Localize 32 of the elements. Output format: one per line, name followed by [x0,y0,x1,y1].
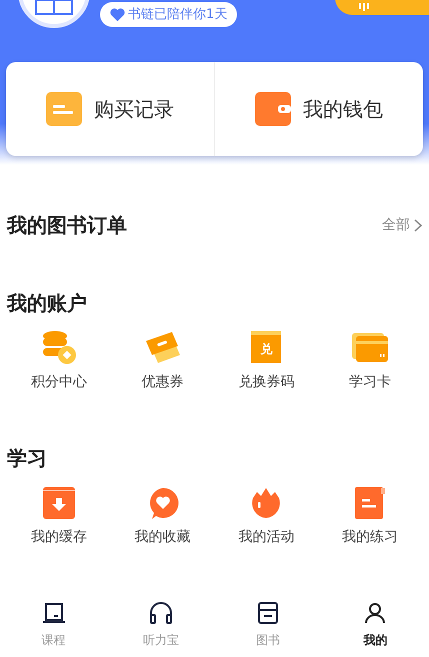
book-logo-icon [34,0,74,18]
ticket-icon [144,331,182,363]
download-icon [42,487,75,519]
tab[interactable]: 我的 [322,599,429,657]
account-item[interactable]: 学习卡 [349,372,392,393]
study-item[interactable]: 我的活动 [238,527,294,548]
study-item[interactable]: 我的收藏 [134,527,191,548]
quick-link[interactable]: 我的钱包 [303,94,383,124]
account-item[interactable]: 积分中心 [30,372,87,393]
flame-icon [250,487,282,519]
section-title: 我的账户 [7,290,87,317]
study-item[interactable]: 我的缓存 [30,527,87,548]
list-icon [46,92,82,126]
headphones-icon [148,601,174,625]
section-title: 学习 [7,445,47,472]
section-title: 我的图书订单 [7,212,127,239]
chevron-right-icon [414,218,422,232]
companion-badge: 书链已陪伴你1天 [100,2,238,27]
person-icon [363,601,388,625]
card-icon [352,332,388,362]
view-all-link[interactable]: 全部 [382,214,422,236]
wallet-icon [255,92,291,126]
voucher-icon: 兑 [251,331,282,363]
heart-icon [110,8,125,22]
account-item[interactable]: 兑换券码 [238,372,294,393]
book-icon [257,601,280,625]
quick-link[interactable]: 购买记录 [94,94,174,124]
coins-icon [40,329,77,365]
document-icon [355,487,386,519]
study-item[interactable]: 我的练习 [342,527,398,548]
laptop-icon [42,601,66,625]
account-item[interactable]: 优惠券 [142,372,184,393]
